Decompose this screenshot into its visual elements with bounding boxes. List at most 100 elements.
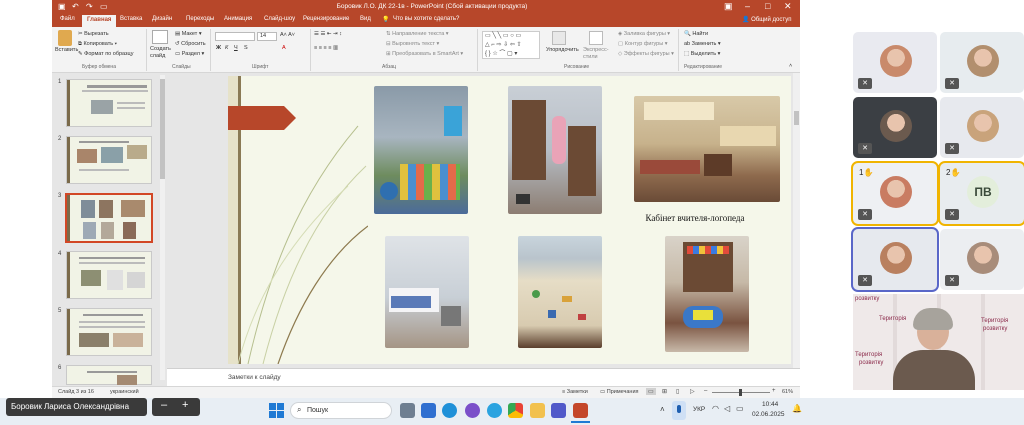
slide-thumbnail-4[interactable] xyxy=(66,251,152,299)
tab-transitions[interactable]: Переходы xyxy=(186,16,214,22)
participant-tile-4[interactable]: ✕ xyxy=(940,97,1024,158)
arrange-icon[interactable] xyxy=(552,31,566,45)
telegram-icon[interactable] xyxy=(487,403,502,418)
notes-toggle-button[interactable]: ≡ Заметки xyxy=(562,389,588,395)
minus-icon[interactable]: – xyxy=(161,399,167,411)
zoom-slider[interactable] xyxy=(712,389,770,396)
tab-home[interactable]: Главная xyxy=(82,15,117,27)
plus-icon[interactable]: + xyxy=(182,399,188,411)
slide-thumbnail-3[interactable] xyxy=(65,193,153,243)
replace-button[interactable]: ab Заменить ▾ xyxy=(684,41,721,47)
align-buttons[interactable]: ≡ ≡ ≡ ≡ ▥ xyxy=(314,45,338,51)
copy-button[interactable]: ⧉ Копировать ▾ xyxy=(78,41,117,48)
reading-view-button[interactable]: ▯ xyxy=(676,388,679,395)
current-slide[interactable]: Кабінет вчителя-логопеда xyxy=(228,76,791,364)
ribbon-display-icon[interactable]: ▣ xyxy=(724,1,733,12)
thumbnails-scrollbar[interactable] xyxy=(160,75,165,380)
shape-fill-button[interactable]: ◈ Заливка фигуры ▾ xyxy=(618,31,670,37)
undo-icon[interactable]: ↶ xyxy=(72,2,79,11)
keyboard-language[interactable]: УКР xyxy=(693,406,705,413)
battery-icon[interactable]: ▭ xyxy=(736,404,744,413)
notification-bell-icon[interactable]: 🔔 xyxy=(792,404,802,413)
zoom-in-button[interactable]: + xyxy=(772,388,776,394)
normal-view-button[interactable]: ▭ xyxy=(646,388,656,395)
participant-tile-6[interactable]: ПВ 2✋ ✕ xyxy=(938,161,1024,226)
slideshow-view-button[interactable]: ▷ xyxy=(690,388,695,395)
clock-time[interactable]: 10:44 xyxy=(762,401,778,408)
sorter-view-button[interactable]: ⊞ xyxy=(662,388,667,395)
new-slide-button[interactable]: Создать слайд xyxy=(150,46,172,60)
paste-button[interactable]: Вставить xyxy=(55,47,78,53)
slideshow-icon[interactable]: ▭ xyxy=(100,2,108,11)
select-button[interactable]: ⬚ Выделить ▾ xyxy=(684,51,720,57)
zoom-app-icon[interactable] xyxy=(421,403,436,418)
notes-pane[interactable]: Заметки к слайду xyxy=(167,368,800,386)
participant-tile-5[interactable]: 1✋ ✕ xyxy=(851,161,939,226)
collapse-ribbon-icon[interactable]: ˄ xyxy=(789,63,792,69)
underline-button[interactable]: Ч xyxy=(234,45,238,51)
layout-button[interactable]: ▤ Макет ▾ xyxy=(175,31,202,37)
section-button[interactable]: ▭ Раздел ▾ xyxy=(175,51,204,57)
font-color-button[interactable]: A xyxy=(282,45,286,51)
slide-thumbnail-2[interactable] xyxy=(66,136,152,184)
slide-thumbnail-5[interactable] xyxy=(66,308,152,356)
tab-review[interactable]: Рецензирование xyxy=(303,16,349,22)
font-name-field[interactable] xyxy=(215,32,255,41)
microphone-icon[interactable] xyxy=(672,401,686,420)
slide-thumbnail-6[interactable] xyxy=(66,365,152,385)
quick-styles-button[interactable]: Экспресс-стили xyxy=(583,47,609,61)
arrange-button[interactable]: Упорядочить xyxy=(546,47,579,53)
participant-tile-7[interactable]: ✕ xyxy=(851,227,939,292)
new-slide-icon[interactable] xyxy=(152,30,168,44)
bullets-button[interactable]: ☰ ☰ ⇤ ⇥ ↕ xyxy=(314,31,342,37)
comments-toggle-button[interactable]: ▭ Примечания xyxy=(600,389,639,395)
shape-effects-button[interactable]: ◇ Эффекты фигуры ▾ xyxy=(618,51,674,57)
maximize-icon[interactable]: □ xyxy=(765,1,770,11)
redo-icon[interactable]: ↷ xyxy=(86,2,93,11)
cut-button[interactable]: ✂ Вырезать xyxy=(78,31,109,37)
close-icon[interactable]: ✕ xyxy=(784,1,792,12)
bold-button[interactable]: Ж xyxy=(216,45,221,51)
tab-insert[interactable]: Вставка xyxy=(120,16,142,22)
save-icon[interactable]: ▣ xyxy=(58,2,66,11)
format-painter-button[interactable]: ✎ Формат по образцу xyxy=(78,51,133,57)
participant-tile-8[interactable]: ✕ xyxy=(940,229,1024,290)
participant-tile-1[interactable]: ✕ xyxy=(853,32,937,93)
reset-button[interactable]: ↺ Сбросить xyxy=(175,41,206,47)
shape-outline-button[interactable]: ▢ Контур фигуры ▾ xyxy=(618,41,668,47)
slide-thumbnail-1[interactable] xyxy=(66,79,152,127)
show-hidden-icons[interactable]: ˄ xyxy=(660,405,665,414)
viber-icon[interactable] xyxy=(465,403,480,418)
find-button[interactable]: 🔍 Найти xyxy=(684,31,708,37)
wifi-icon[interactable]: ◠ xyxy=(712,404,719,413)
file-explorer-icon[interactable] xyxy=(530,403,545,418)
share-button[interactable]: 👤 Общий доступ xyxy=(742,16,791,23)
language-indicator[interactable]: украинский xyxy=(110,389,139,395)
taskview-icon[interactable] xyxy=(400,403,415,418)
teams-icon[interactable] xyxy=(551,403,566,418)
zoom-level[interactable]: 61% xyxy=(782,389,793,395)
edge-icon[interactable] xyxy=(442,403,457,418)
speaker-video[interactable]: розвитку Територія Територія розвитку Те… xyxy=(853,294,1024,390)
participant-tile-3[interactable]: ✕ xyxy=(853,97,937,158)
shapes-gallery[interactable]: ▭ ╲ ╲ ▭ ○ ▭ △ ⌐ ⇨ ⇩ ⇦ ⇧{ } ☆ ⌒ ▢ ▾ xyxy=(482,31,540,59)
quick-styles-icon[interactable] xyxy=(589,31,603,45)
text-direction-button[interactable]: ⇅ Направление текста ▾ xyxy=(386,31,449,37)
smartart-button[interactable]: ⊞ Преобразовать в SmartArt ▾ xyxy=(386,51,463,57)
windows-start-icon[interactable] xyxy=(269,403,284,418)
editor-scrollbar[interactable] xyxy=(793,73,800,368)
taskbar-search-box[interactable]: ⌕ Пошук xyxy=(290,402,392,419)
clock-date[interactable]: 02.06.2025 xyxy=(752,411,785,418)
zoom-out-button[interactable]: – xyxy=(704,388,707,394)
chrome-icon[interactable] xyxy=(508,403,523,418)
minimize-icon[interactable]: – xyxy=(745,1,750,11)
tab-animations[interactable]: Анимация xyxy=(224,16,252,22)
speaker-icon[interactable]: ◁ xyxy=(724,404,730,413)
tab-slideshow[interactable]: Слайд-шоу xyxy=(264,16,295,22)
tab-design[interactable]: Дизайн xyxy=(152,16,172,22)
tab-file[interactable]: Файл xyxy=(60,16,75,22)
tab-view[interactable]: Вид xyxy=(360,16,371,22)
participant-tile-2[interactable]: ✕ xyxy=(940,32,1024,93)
align-text-button[interactable]: ⊟ Выровнять текст ▾ xyxy=(386,41,439,47)
paste-icon[interactable] xyxy=(58,30,72,46)
